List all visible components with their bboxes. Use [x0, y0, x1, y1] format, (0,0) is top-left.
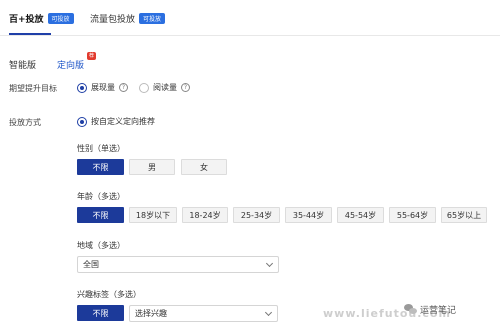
top-tab-bar: 百+投放 可投放 流量包投放 可投放 — [0, 0, 500, 36]
wechat-icon — [404, 304, 417, 315]
help-icon[interactable]: ? — [119, 83, 128, 92]
gender-option-male[interactable]: 男 — [129, 159, 175, 175]
radio-checked-icon — [77, 116, 87, 127]
age-option-under-18[interactable]: 18岁以下 — [129, 207, 177, 223]
wechat-account: 运营笔记 — [404, 303, 456, 316]
interest-select-placeholder: 选择兴趣 — [135, 309, 167, 318]
radio-checked-icon — [77, 82, 87, 93]
region-select[interactable]: 全国 — [77, 256, 279, 273]
subtab-targeted[interactable]: 定向版 — [57, 58, 84, 71]
recommend-badge: 荐 — [87, 52, 97, 60]
region-title: 地域（多选） — [77, 241, 125, 250]
region-select-value: 全国 — [83, 260, 99, 269]
chevron-down-icon — [265, 259, 274, 268]
subtab-smart[interactable]: 智能版 — [9, 58, 36, 71]
tab-bai-plus-badge: 可投放 — [47, 13, 74, 24]
goal-radio-impressions[interactable]: 展现量 ? — [77, 82, 128, 93]
tab-bai-plus[interactable]: 百+投放 可投放 — [9, 12, 74, 25]
gender-option-female[interactable]: 女 — [181, 159, 227, 175]
active-tab-indicator — [9, 33, 51, 35]
method-label: 投放方式 — [9, 118, 41, 127]
help-icon[interactable]: ? — [181, 83, 190, 92]
tab-traffic-package-badge: 可投放 — [139, 13, 166, 24]
age-option-35-44[interactable]: 35-44岁 — [285, 207, 332, 223]
tab-bai-plus-label: 百+投放 — [9, 15, 44, 25]
age-option-any[interactable]: 不限 — [77, 207, 124, 223]
tab-traffic-package-label: 流量包投放 — [90, 15, 136, 25]
gender-title: 性别（单选） — [77, 144, 125, 153]
age-title: 年龄（多选） — [77, 192, 125, 201]
goal-label: 期望提升目标 — [9, 84, 57, 93]
goal-radio-reads[interactable]: 阅读量 ? — [139, 82, 190, 93]
wechat-account-name: 运营笔记 — [420, 306, 457, 316]
age-option-25-34[interactable]: 25-34岁 — [233, 207, 280, 223]
tab-traffic-package[interactable]: 流量包投放 可投放 — [90, 12, 166, 25]
interest-title: 兴趣标签（多选） — [77, 290, 141, 299]
goal-impressions-label: 展现量 — [91, 83, 115, 92]
age-option-55-64[interactable]: 55-64岁 — [389, 207, 436, 223]
chevron-down-icon — [264, 308, 273, 317]
age-option-65-plus[interactable]: 65岁以上 — [441, 207, 487, 223]
interest-select[interactable]: 选择兴趣 — [129, 305, 278, 322]
gender-option-any[interactable]: 不限 — [77, 159, 124, 175]
interest-option-any[interactable]: 不限 — [77, 305, 124, 321]
method-radio-custom[interactable]: 按自定义定向推荐 — [77, 116, 155, 127]
radio-unchecked-icon — [139, 82, 149, 93]
age-option-18-24[interactable]: 18-24岁 — [182, 207, 228, 223]
goal-reads-label: 阅读量 — [153, 83, 177, 92]
age-option-45-54[interactable]: 45-54岁 — [337, 207, 384, 223]
method-custom-label: 按自定义定向推荐 — [91, 117, 155, 126]
